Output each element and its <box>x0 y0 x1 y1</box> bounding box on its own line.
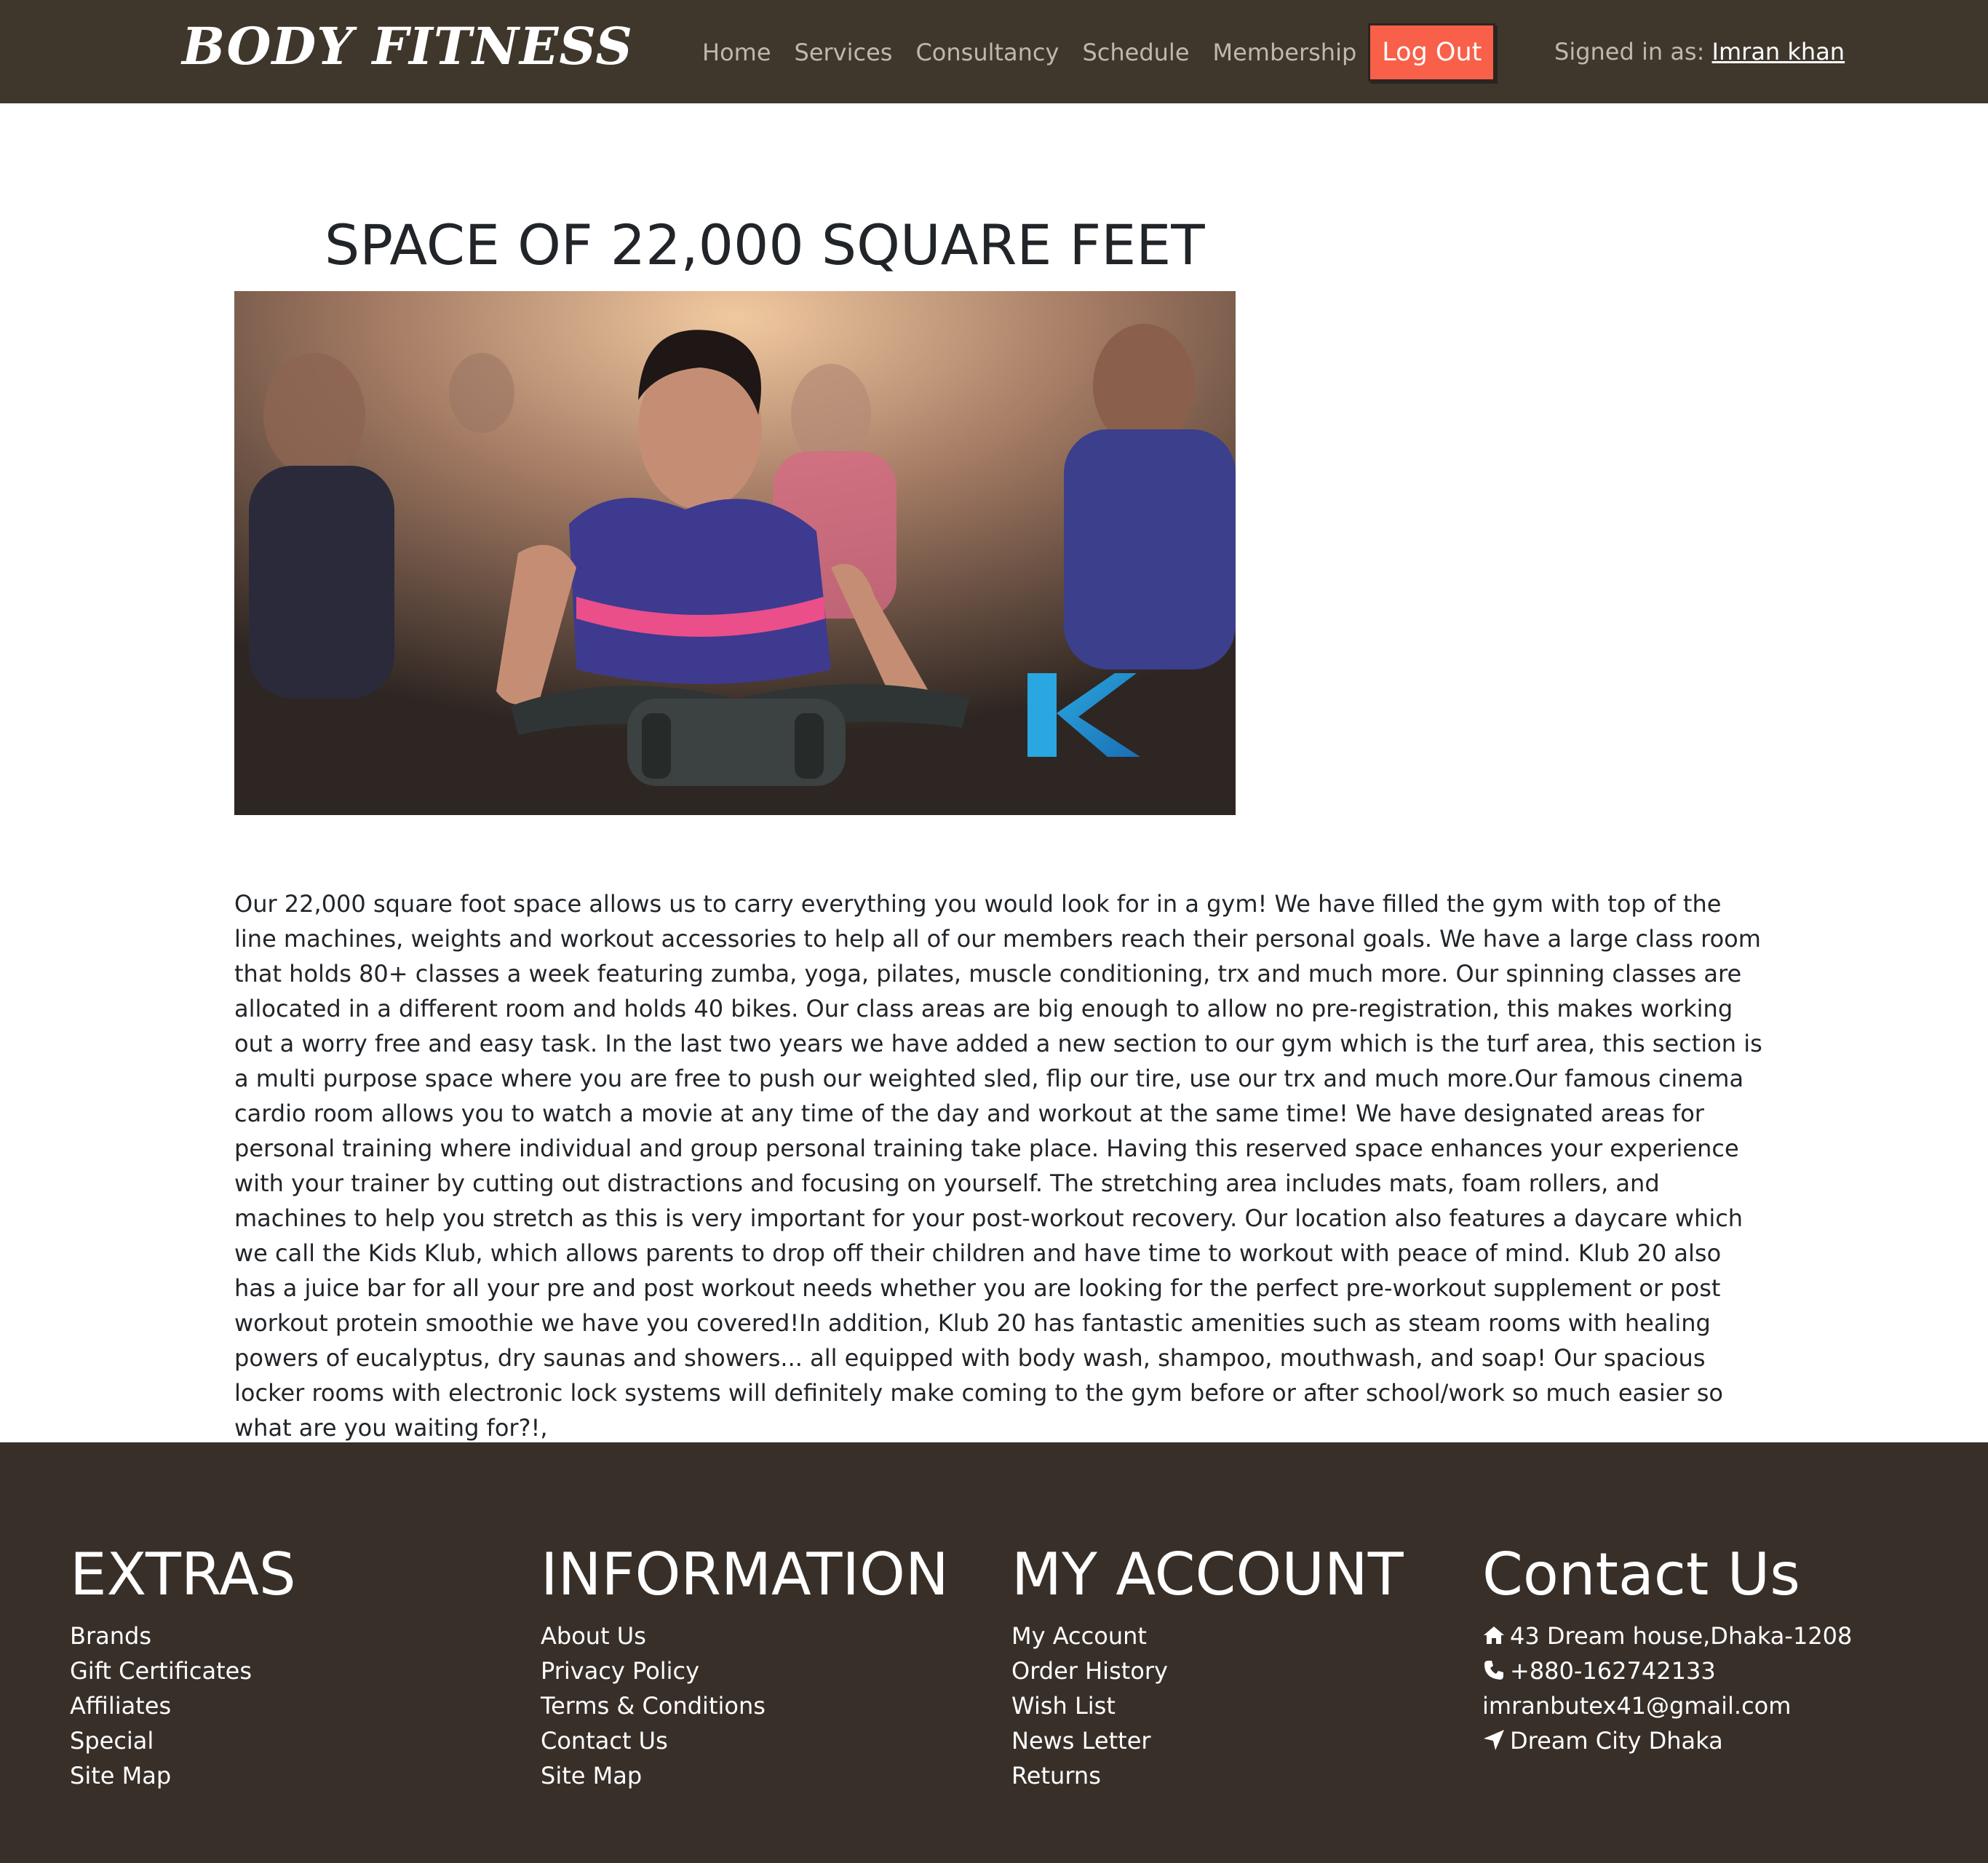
phone-icon <box>1482 1659 1506 1682</box>
home-icon <box>1482 1624 1506 1647</box>
user-name-link[interactable]: Imran khan <box>1712 38 1845 65</box>
contact-phone-text: +880-162742133 <box>1510 1657 1716 1685</box>
footer-link-my-account[interactable]: My Account <box>1011 1618 1477 1653</box>
footer-contact: Contact Us 43 Dream house,Dhaka-1208 +88… <box>1482 1540 1948 1758</box>
contact-location-text: Dream City Dhaka <box>1510 1727 1723 1755</box>
footer-link-returns[interactable]: Returns <box>1011 1758 1477 1793</box>
contact-location: Dream City Dhaka <box>1482 1723 1948 1758</box>
brand-logo[interactable]: BODY FITNESS <box>182 16 633 76</box>
footer-link-about-us[interactable]: About Us <box>541 1618 1006 1653</box>
footer-information-title: INFORMATION <box>541 1541 949 1608</box>
contact-phone: +880-162742133 <box>1482 1653 1948 1688</box>
footer-link-order-history[interactable]: Order History <box>1011 1653 1477 1688</box>
footer-link-terms[interactable]: Terms & Conditions <box>541 1688 1006 1723</box>
footer-extras: EXTRAS Brands Gift Certificates Affiliat… <box>70 1540 536 1793</box>
footer-link-site-map[interactable]: Site Map <box>70 1758 536 1793</box>
footer-link-affiliates[interactable]: Affiliates <box>70 1688 536 1723</box>
nav-link-consultancy[interactable]: Consultancy <box>915 39 1059 66</box>
location-arrow-icon <box>1482 1728 1506 1752</box>
nav-link-services[interactable]: Services <box>795 39 893 66</box>
contact-address-text: 43 Dream house,Dhaka-1208 <box>1510 1622 1853 1650</box>
nav-link-home[interactable]: Home <box>702 39 771 66</box>
contact-address: 43 Dream house,Dhaka-1208 <box>1482 1618 1948 1653</box>
logout-button[interactable]: Log Out <box>1368 23 1496 82</box>
footer-account-title: MY ACCOUNT <box>1011 1541 1404 1608</box>
nav-link-schedule[interactable]: Schedule <box>1082 39 1189 66</box>
nav-link-membership[interactable]: Membership <box>1213 39 1357 66</box>
footer-link-news-letter[interactable]: News Letter <box>1011 1723 1477 1758</box>
footer-link-wish-list[interactable]: Wish List <box>1011 1688 1477 1723</box>
signed-in-status: Signed in as: Imran khan <box>1554 38 1845 65</box>
footer-link-contact-us[interactable]: Contact Us <box>541 1723 1006 1758</box>
gym-spin-class-photo <box>234 291 1236 815</box>
footer-link-gift-certificates[interactable]: Gift Certificates <box>70 1653 536 1688</box>
nav-links: Home Services Consultancy Schedule Membe… <box>702 23 1496 82</box>
page-title: SPACE OF 22,000 SQUARE FEET <box>325 212 1205 277</box>
footer-link-brands[interactable]: Brands <box>70 1618 536 1653</box>
footer-link-special[interactable]: Special <box>70 1723 536 1758</box>
footer-extras-title: EXTRAS <box>70 1541 296 1608</box>
footer-link-site-map-info[interactable]: Site Map <box>541 1758 1006 1793</box>
site-footer: EXTRAS Brands Gift Certificates Affiliat… <box>0 1442 1988 1863</box>
footer-information: INFORMATION About Us Privacy Policy Term… <box>541 1540 1006 1793</box>
gym-description: Our 22,000 square foot space allows us t… <box>234 890 1762 1442</box>
footer-contact-title: Contact Us <box>1482 1541 1800 1608</box>
top-navbar: BODY FITNESS Home Services Consultancy S… <box>0 0 1988 103</box>
footer-link-privacy-policy[interactable]: Privacy Policy <box>541 1653 1006 1688</box>
footer-my-account: MY ACCOUNT My Account Order History Wish… <box>1011 1540 1477 1793</box>
signed-in-label: Signed in as: <box>1554 38 1712 65</box>
contact-email[interactable]: imranbutex41@gmail.com <box>1482 1688 1948 1723</box>
